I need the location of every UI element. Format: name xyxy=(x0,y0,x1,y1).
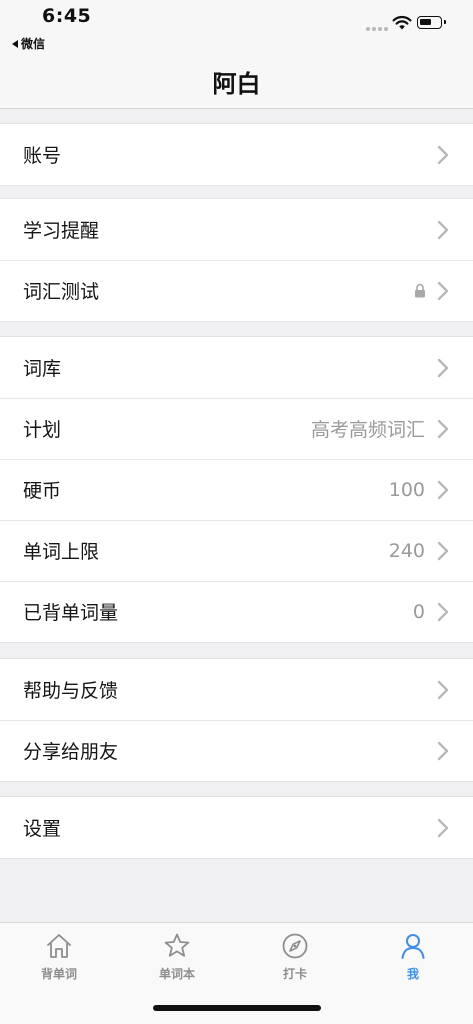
tab-checkin[interactable]: 打卡 xyxy=(236,931,354,991)
menu-item-label: 词汇测试 xyxy=(23,281,100,303)
menu-item-vocab-test[interactable]: 词汇测试 xyxy=(0,260,473,321)
menu-item-label: 分享给朋友 xyxy=(23,741,119,763)
menu-item-value: 240 xyxy=(388,539,425,562)
chevron-right-icon xyxy=(437,220,449,239)
menu-item-label: 账号 xyxy=(23,145,62,167)
menu-item-label: 学习提醒 xyxy=(23,220,100,242)
chevron-right-icon xyxy=(437,741,449,760)
chevron-right-icon xyxy=(437,419,449,438)
settings-group-help: 帮助与反馈 分享给朋友 xyxy=(0,658,473,782)
back-app-label: 微信 xyxy=(21,37,46,51)
tab-memorize[interactable]: 背单词 xyxy=(0,931,118,991)
settings-group-settings: 设置 xyxy=(0,796,473,859)
page-title: 阿白 xyxy=(212,70,261,98)
menu-item-study-reminder[interactable]: 学习提醒 xyxy=(0,199,473,260)
home-icon xyxy=(47,934,71,958)
menu-item-word-limit[interactable]: 单词上限 240 xyxy=(0,520,473,581)
back-to-app-link[interactable]: 微信 xyxy=(12,35,45,52)
menu-item-plan[interactable]: 计划 高考高频词汇 xyxy=(0,398,473,459)
menu-item-value: 0 xyxy=(412,600,425,623)
chevron-right-icon xyxy=(437,281,449,300)
menu-item-label: 单词上限 xyxy=(23,541,100,563)
chevron-right-icon xyxy=(437,818,449,837)
menu-item-label: 帮助与反馈 xyxy=(23,680,119,702)
menu-item-word-bank[interactable]: 词库 xyxy=(0,337,473,398)
menu-item-label: 设置 xyxy=(23,818,62,840)
menu-item-settings[interactable]: 设置 xyxy=(0,797,473,858)
tab-me[interactable]: 我 xyxy=(354,931,472,991)
settings-group-account: 账号 xyxy=(0,123,473,186)
lock-icon xyxy=(415,283,425,297)
chevron-right-icon xyxy=(437,145,449,164)
back-triangle-icon xyxy=(12,39,18,48)
home-indicator[interactable] xyxy=(153,1005,321,1011)
menu-item-label: 已背单词量 xyxy=(23,602,119,624)
status-time: 6:45 xyxy=(42,5,92,27)
menu-item-account[interactable]: 账号 xyxy=(0,124,473,185)
menu-item-share[interactable]: 分享给朋友 xyxy=(0,720,473,781)
menu-item-value: 100 xyxy=(388,478,425,501)
chevron-right-icon xyxy=(437,541,449,560)
menu-item-words-learned[interactable]: 已背单词量 0 xyxy=(0,581,473,642)
person-icon xyxy=(401,934,425,959)
tab-label: 背单词 xyxy=(40,967,77,981)
star-icon xyxy=(164,933,190,957)
battery-icon xyxy=(417,16,446,29)
menu-item-label: 硬币 xyxy=(23,480,62,502)
wifi-icon xyxy=(392,15,412,30)
chevron-right-icon xyxy=(437,680,449,699)
tab-label: 我 xyxy=(406,967,419,981)
signal-icon xyxy=(366,27,388,31)
tab-wordbook[interactable]: 单词本 xyxy=(118,931,236,991)
tab-label: 打卡 xyxy=(282,967,307,981)
chevron-right-icon xyxy=(437,480,449,499)
menu-item-value: 高考高频词汇 xyxy=(310,419,425,441)
settings-group-words: 词库 计划 高考高频词汇 硬币 100 单词上限 240 已背单词量 0 xyxy=(0,336,473,643)
chevron-right-icon xyxy=(437,358,449,377)
menu-item-coins[interactable]: 硬币 100 xyxy=(0,459,473,520)
chevron-right-icon xyxy=(437,602,449,621)
status-bar: 6:45 微信 xyxy=(0,0,473,58)
compass-icon xyxy=(282,933,308,959)
navigation-bar: 阿白 xyxy=(0,58,473,109)
menu-item-help-feedback[interactable]: 帮助与反馈 xyxy=(0,659,473,720)
menu-item-label: 词库 xyxy=(23,358,62,380)
settings-group-study: 学习提醒 词汇测试 xyxy=(0,198,473,322)
tab-label: 单词本 xyxy=(158,967,195,981)
menu-item-label: 计划 xyxy=(23,419,62,441)
